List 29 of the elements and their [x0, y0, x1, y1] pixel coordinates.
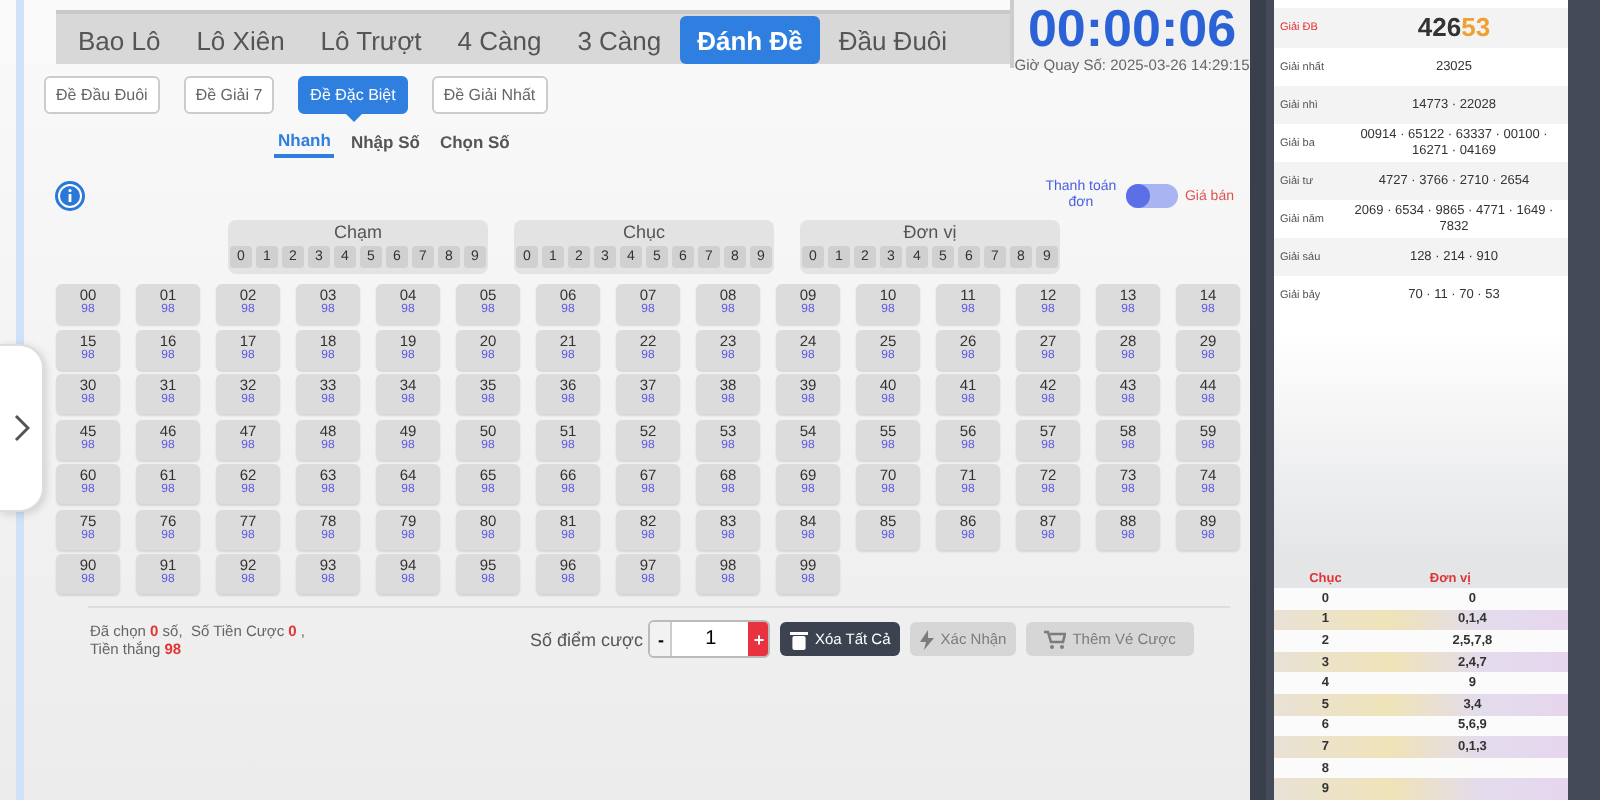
info-icon[interactable] — [54, 180, 86, 212]
tab[interactable]: 3 Càng — [559, 16, 680, 64]
countdown-timer: 00:00:06 — [1027, 0, 1237, 56]
mode-tab[interactable]: Chọn Số — [435, 128, 514, 158]
trash-icon — [790, 629, 809, 649]
payment-toggle[interactable] — [1126, 184, 1179, 208]
lightning-icon — [920, 629, 935, 649]
minus-button[interactable]: - — [650, 622, 671, 656]
sub-tab[interactable]: Đề Giải Nhất — [431, 76, 548, 114]
sub-tab[interactable]: Đề Giải 7 — [183, 76, 275, 114]
group-title: Chục — [622, 220, 665, 246]
bet-input[interactable]: 1 — [670, 622, 749, 656]
mode-tab[interactable]: Nhập Số — [346, 128, 424, 158]
tab[interactable]: Đầu Đuôi — [820, 16, 966, 64]
tab[interactable]: 4 Càng — [439, 16, 560, 64]
cart-icon — [1044, 629, 1067, 649]
prize-number: 42653 — [1415, 10, 1493, 46]
chevron-right-icon — [13, 414, 29, 442]
plus-button[interactable]: + — [748, 622, 769, 656]
mode-tab[interactable]: Nhanh — [274, 128, 335, 158]
sub-tab[interactable]: Đề Đầu Đuôi — [44, 76, 160, 114]
tab[interactable]: Bao Lô — [60, 16, 179, 64]
group-title: Đơn vị — [903, 220, 957, 246]
tab[interactable]: Lô Xiên — [178, 16, 303, 64]
tab[interactable]: Lô Trượt — [302, 16, 440, 64]
tab[interactable]: Đánh Đề — [679, 16, 821, 64]
bet-label: Số điểm cược — [530, 629, 643, 649]
group-title: Chạm — [333, 220, 382, 246]
expand-handle[interactable] — [0, 344, 44, 512]
